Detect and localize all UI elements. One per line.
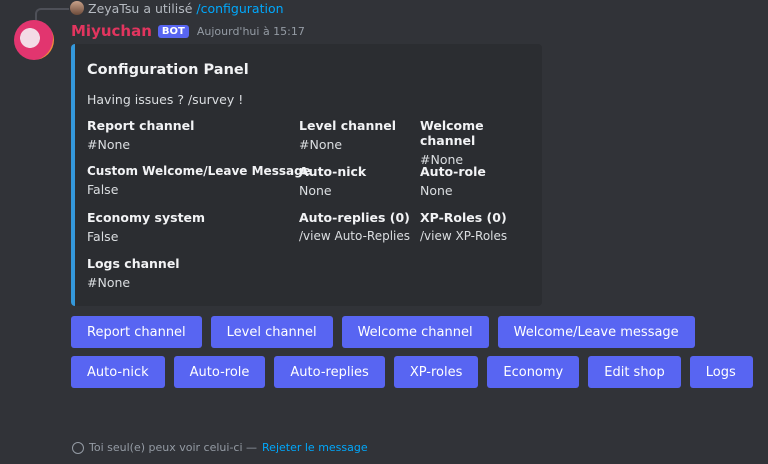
auto-nick-button[interactable]: Auto-nick bbox=[71, 356, 165, 388]
field-name: Auto-role bbox=[420, 164, 486, 179]
field-value: False bbox=[87, 182, 119, 197]
embed-field: Report channel #None bbox=[87, 118, 194, 152]
ephemeral-note: Toi seul(e) peux voir celui-ci — bbox=[89, 441, 258, 454]
bot-badge: BOT bbox=[157, 24, 189, 38]
embed-field: Auto-nick None bbox=[299, 164, 366, 198]
logs-button[interactable]: Logs bbox=[689, 356, 753, 388]
dismiss-message-link[interactable]: Rejeter le message bbox=[262, 441, 368, 454]
embed-field: Logs channel #None bbox=[87, 256, 180, 290]
welcome-channel-button[interactable]: Welcome channel bbox=[341, 316, 489, 348]
author-name[interactable]: Miyuchan bbox=[71, 22, 152, 40]
auto-role-button[interactable]: Auto-role bbox=[173, 356, 266, 388]
field-name: XP-Roles (0) bbox=[420, 210, 507, 225]
embed-field: XP-Roles (0) /view XP-Roles bbox=[420, 210, 507, 243]
economy-button[interactable]: Economy bbox=[487, 356, 580, 388]
ephemeral-footer: Toi seul(e) peux voir celui-ci — Rejeter… bbox=[72, 441, 368, 454]
bot-avatar[interactable] bbox=[14, 20, 54, 60]
auto-replies-button[interactable]: Auto-replies bbox=[274, 356, 385, 388]
field-name: Logs channel bbox=[87, 256, 180, 271]
action-buttons: Report channel Level channel Welcome cha… bbox=[71, 316, 761, 388]
config-embed: Configuration Panel Having issues ? /sur… bbox=[71, 44, 542, 306]
field-value: #None bbox=[87, 275, 131, 290]
embed-field: Economy system False bbox=[87, 210, 205, 244]
embed-field: Auto-replies (0) /view Auto-Replies bbox=[299, 210, 410, 243]
field-value: #None bbox=[87, 137, 131, 152]
welcome-leave-message-button[interactable]: Welcome/Leave message bbox=[497, 316, 695, 348]
field-value: /view Auto-Replies bbox=[299, 229, 411, 243]
user-avatar-icon bbox=[70, 1, 84, 15]
reply-action: a utilisé bbox=[143, 0, 193, 16]
embed-description: Having issues ? /survey ! bbox=[87, 92, 244, 107]
timestamp: Aujourd'hui à 15:17 bbox=[196, 24, 305, 38]
eye-icon bbox=[72, 441, 84, 454]
field-value: False bbox=[87, 229, 119, 244]
xp-roles-button[interactable]: XP-roles bbox=[393, 356, 479, 388]
report-channel-button[interactable]: Report channel bbox=[71, 316, 202, 348]
level-channel-button[interactable]: Level channel bbox=[210, 316, 333, 348]
embed-field: Custom Welcome/Leave Message False bbox=[87, 164, 311, 197]
field-name: Auto-replies (0) bbox=[299, 210, 410, 225]
field-name: Welcome channel bbox=[420, 118, 484, 148]
field-name: Report channel bbox=[87, 118, 195, 133]
embed-field: Level channel #None bbox=[299, 118, 396, 152]
field-value: None bbox=[420, 183, 453, 198]
reply-user[interactable]: ZeyaTsu bbox=[88, 1, 139, 16]
field-value: None bbox=[299, 183, 332, 198]
field-value: #None bbox=[299, 137, 343, 152]
embed-title: Configuration Panel bbox=[87, 62, 249, 78]
field-name: Auto-nick bbox=[299, 164, 367, 179]
reply-command[interactable]: /configuration bbox=[196, 1, 283, 16]
embed-field: Auto-role None bbox=[420, 164, 486, 198]
field-name: Level channel bbox=[299, 118, 397, 133]
field-value: /view XP-Roles bbox=[420, 229, 508, 243]
embed-field: Welcome channel #None bbox=[420, 118, 542, 167]
message-header: Miyuchan BOT Aujourd'hui à 15:17 bbox=[71, 22, 305, 40]
field-name: Custom Welcome/Leave Message bbox=[87, 164, 311, 178]
field-name: Economy system bbox=[87, 210, 206, 225]
command-reply-header: ZeyaTsu a utilisé /configuration bbox=[70, 0, 284, 16]
edit-shop-button[interactable]: Edit shop bbox=[588, 356, 681, 388]
